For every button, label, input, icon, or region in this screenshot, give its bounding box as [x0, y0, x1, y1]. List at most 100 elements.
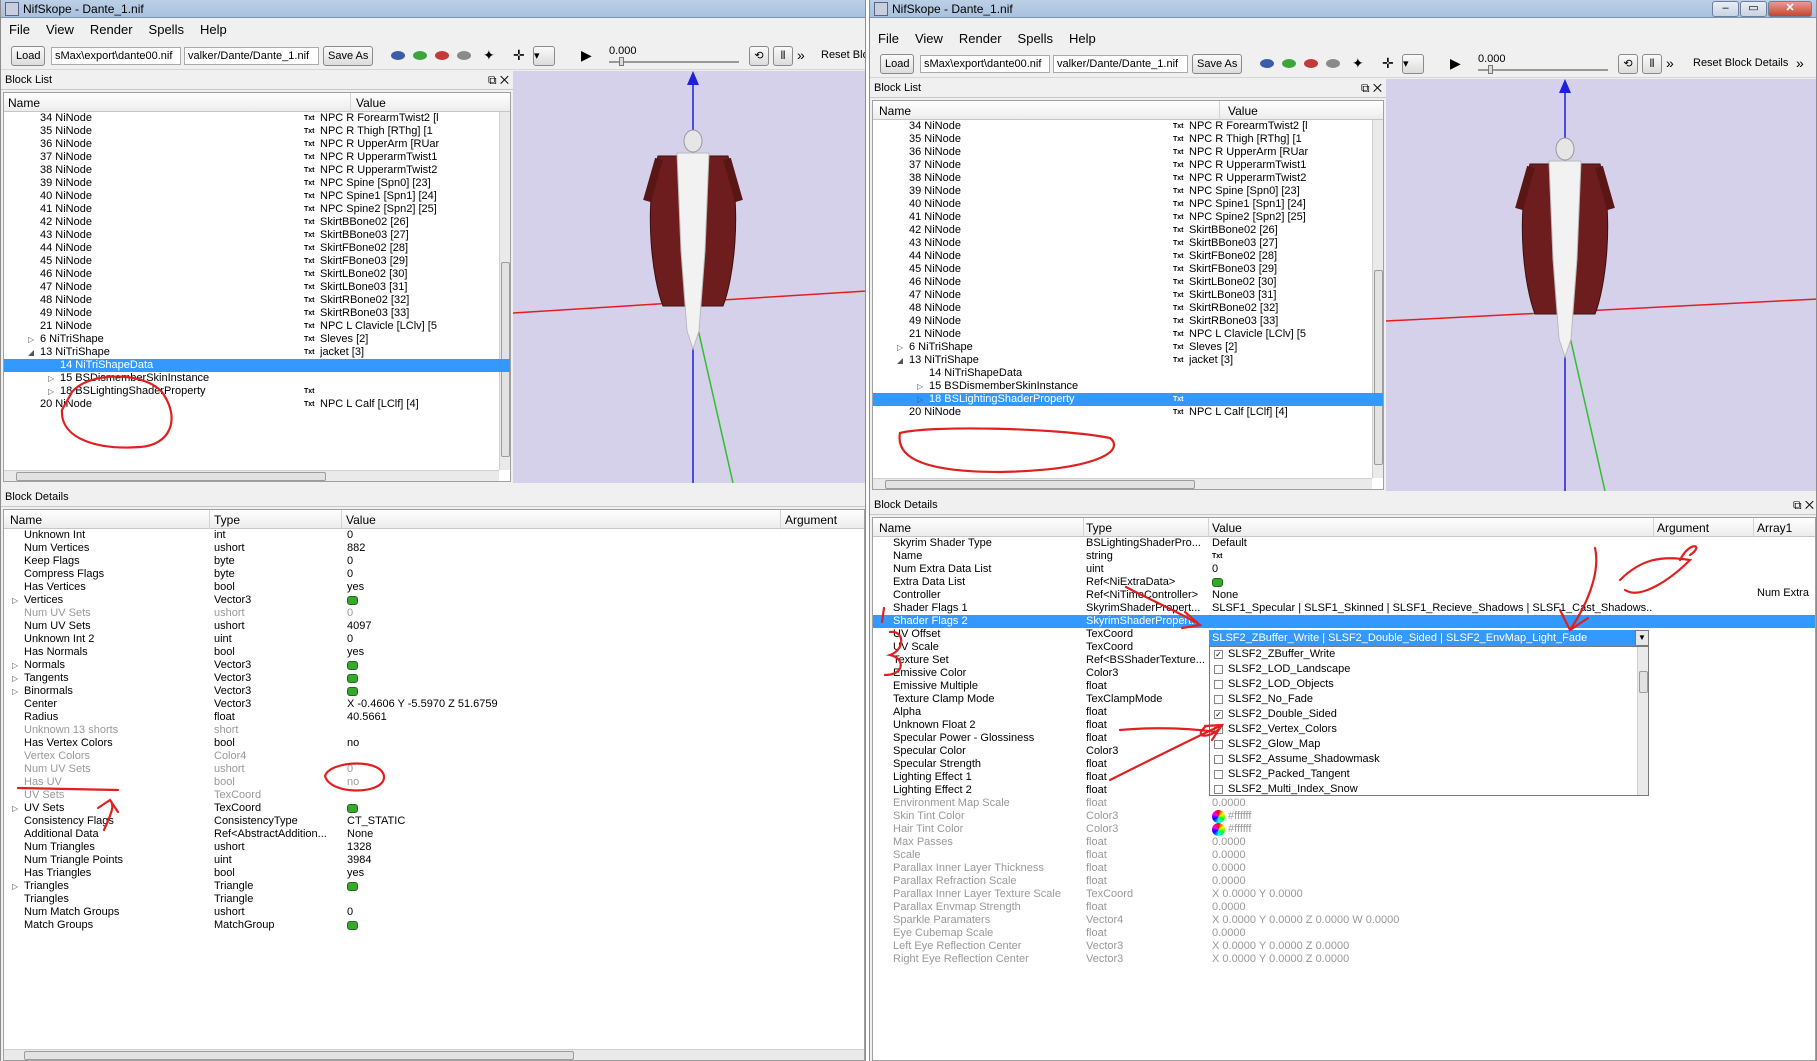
- blue-eye-icon[interactable]: [1260, 59, 1274, 68]
- column-type[interactable]: Type: [214, 513, 240, 527]
- shader-flags-dropdown[interactable]: ✓ SLSF2_ZBuffer_Write SLSF2_LOD_Landscape S…: [1209, 646, 1649, 796]
- block-list-row[interactable]: 47 NiNode Txt SkirtLBone03 [31]: [873, 289, 1383, 302]
- block-list-row[interactable]: 36 NiNode Txt NPC R UpperArm [RUar: [4, 138, 510, 151]
- expand-arrow-icon[interactable]: ▷: [12, 672, 18, 685]
- array-edit-icon[interactable]: [347, 687, 358, 696]
- menu-spells[interactable]: Spells: [141, 20, 192, 40]
- block-list-row[interactable]: 48 NiNode Txt SkirtRBone02 [32]: [4, 294, 510, 307]
- block-list-row[interactable]: 34 NiNode Txt NPC R ForearmTwist2 [l: [873, 120, 1383, 133]
- green-eye-icon[interactable]: [1282, 59, 1296, 68]
- column-name[interactable]: Name: [879, 104, 911, 118]
- checkbox-icon[interactable]: [1214, 679, 1223, 689]
- title-bar[interactable]: NifSkope - Dante_1.nif – ▭ ✕: [870, 0, 1816, 18]
- detail-row[interactable]: Parallax Inner Layer Thickness float 0.000…: [873, 862, 1815, 875]
- time-slider-knob[interactable]: [1488, 65, 1493, 74]
- block-list-row[interactable]: 44 NiNode Txt SkirtFBone02 [28]: [4, 242, 510, 255]
- menu-file[interactable]: File: [870, 29, 907, 49]
- loop-button[interactable]: ⟲: [1618, 54, 1638, 74]
- save-path-field[interactable]: valker/Dante/Dante_1.nif: [1053, 55, 1188, 73]
- block-list-row[interactable]: ▷ 6 NiTriShape Txt Sleves [2]: [4, 333, 510, 346]
- reset-block-details-button[interactable]: Reset Blo: [821, 49, 865, 61]
- detail-row[interactable]: Num UV Sets ushort 4097: [4, 620, 864, 633]
- detail-row[interactable]: Right Eye Reflection Center Vector3 X 0.00…: [873, 953, 1815, 966]
- dock-buttons[interactable]: ⧉ ✕: [1793, 496, 1814, 515]
- detail-row[interactable]: Sparkle Paramaters Vector4 X 0.0000 Y 0.00…: [873, 914, 1815, 927]
- collapse-arrow-icon[interactable]: ◢: [28, 346, 34, 359]
- grey-eye-icon[interactable]: [1326, 59, 1340, 68]
- block-list-row[interactable]: 14 NiTriShapeData: [4, 359, 510, 372]
- anim-select-button[interactable]: ⫴: [1642, 54, 1662, 74]
- array-edit-icon[interactable]: [347, 596, 358, 605]
- block-list-row[interactable]: 42 NiNode Txt SkirtBBone02 [26]: [4, 216, 510, 229]
- grey-eye-icon[interactable]: [457, 51, 471, 60]
- block-list-row[interactable]: 20 NiNode Txt NPC L Calf [LClf] [4]: [4, 398, 510, 411]
- 3d-viewport[interactable]: [513, 71, 865, 483]
- detail-row[interactable]: ▷ Tangents Vector3: [4, 672, 864, 685]
- block-list-row[interactable]: 45 NiNode Txt SkirtFBone03 [29]: [873, 263, 1383, 276]
- expand-arrow-icon[interactable]: ▷: [12, 685, 18, 698]
- checkbox-icon[interactable]: [1214, 739, 1223, 749]
- expand-arrow-icon[interactable]: ▷: [12, 802, 18, 815]
- block-list-tree[interactable]: Name Value 34 NiNode Txt NPC R ForearmTwis…: [3, 92, 511, 482]
- flag-option[interactable]: ✓ SLSF2_Double_Sided: [1214, 707, 1337, 722]
- detail-row[interactable]: Parallax Refraction Scale float 0.0000: [873, 875, 1815, 888]
- detail-row[interactable]: Eye Cubemap Scale float 0.0000: [873, 927, 1815, 940]
- detail-row[interactable]: Has Normals bool yes: [4, 646, 864, 659]
- flag-option[interactable]: SLSF2_Glow_Map: [1214, 737, 1320, 752]
- block-list-tree[interactable]: Name Value 34 NiNode Txt NPC R ForearmTwis…: [872, 100, 1384, 490]
- block-list-row[interactable]: 20 NiNode Txt NPC L Calf [LClf] [4]: [873, 406, 1383, 419]
- flag-option[interactable]: ✓ SLSF2_ZBuffer_Write: [1214, 647, 1335, 662]
- green-eye-icon[interactable]: [413, 51, 427, 60]
- expand-arrow-icon[interactable]: ▷: [12, 594, 18, 607]
- expand-arrow-icon[interactable]: ▷: [897, 341, 903, 354]
- column-name[interactable]: Name: [8, 96, 40, 110]
- column-array1[interactable]: Array1: [1757, 521, 1792, 535]
- detail-row[interactable]: Shader Flags 1 SkyrimShaderPropert... SLSF…: [873, 602, 1815, 615]
- detail-row[interactable]: ▷ Binormals Vector3: [4, 685, 864, 698]
- array-edit-icon[interactable]: [1212, 578, 1223, 587]
- flag-option[interactable]: SLSF2_Multi_Index_Snow: [1214, 782, 1358, 795]
- block-list-row[interactable]: ▷ 15 BSDismemberSkinInstance: [873, 380, 1383, 393]
- block-list-row[interactable]: 47 NiNode Txt SkirtLBone03 [31]: [4, 281, 510, 294]
- expand-arrow-icon[interactable]: ▷: [917, 393, 923, 406]
- flag-option[interactable]: SLSF2_Assume_Shadowmask: [1214, 752, 1380, 767]
- block-list-row[interactable]: 35 NiNode Txt NPC R Thigh [RThg] [1: [4, 125, 510, 138]
- block-list-row[interactable]: 39 NiNode Txt NPC Spine [Spn0] [23]: [4, 177, 510, 190]
- detail-row[interactable]: ▷ Normals Vector3: [4, 659, 864, 672]
- red-eye-icon[interactable]: [435, 51, 449, 60]
- detail-row[interactable]: ▷ Triangles Triangle: [4, 880, 864, 893]
- detail-row[interactable]: Left Eye Reflection Center Vector3 X 0.000…: [873, 940, 1815, 953]
- menu-render[interactable]: Render: [951, 29, 1010, 49]
- menu-view[interactable]: View: [907, 29, 951, 49]
- block-list-row[interactable]: 41 NiNode Txt NPC Spine2 [Spn2] [25]: [4, 203, 510, 216]
- expand-arrow-icon[interactable]: ▷: [12, 880, 18, 893]
- detail-row[interactable]: Additional Data Ref<AbstractAddition... No…: [4, 828, 864, 841]
- array-edit-icon[interactable]: [347, 804, 358, 813]
- block-list-row[interactable]: 44 NiNode Txt SkirtFBone02 [28]: [873, 250, 1383, 263]
- detail-row[interactable]: Shader Flags 2 SkyrimShaderPropert...: [873, 615, 1815, 628]
- checked-box-icon[interactable]: ✓: [1214, 649, 1223, 659]
- block-list-row[interactable]: ◢ 13 NiTriShape Txt jacket [3]: [873, 354, 1383, 367]
- color-swatch-icon[interactable]: [1212, 810, 1225, 823]
- block-list-row[interactable]: ▷ 18 BSLightingShaderProperty Txt: [4, 385, 510, 398]
- red-eye-icon[interactable]: [1304, 59, 1318, 68]
- checkbox-icon[interactable]: [1214, 784, 1223, 794]
- horizontal-scrollbar[interactable]: [4, 470, 499, 481]
- detail-row[interactable]: Has UV bool no: [4, 776, 864, 789]
- toolbar-overflow-icon[interactable]: »: [1796, 55, 1804, 71]
- title-bar[interactable]: NifSkope - Dante_1.nif: [1, 0, 865, 18]
- checkbox-icon[interactable]: [1214, 694, 1223, 704]
- flag-option[interactable]: SLSF2_Vertex_Colors: [1214, 722, 1337, 737]
- detail-row[interactable]: Num Match Groups ushort 0: [4, 906, 864, 919]
- array-edit-icon[interactable]: [347, 661, 358, 670]
- flag-option[interactable]: SLSF2_LOD_Objects: [1214, 677, 1334, 692]
- detail-row[interactable]: Has Vertices bool yes: [4, 581, 864, 594]
- detail-row[interactable]: Keep Flags byte 0: [4, 555, 864, 568]
- color-swatch-icon[interactable]: [1212, 823, 1225, 836]
- block-list-row[interactable]: 38 NiNode Txt NPC R UpperarmTwist2: [873, 172, 1383, 185]
- save-path-field[interactable]: valker/Dante/Dante_1.nif: [184, 47, 319, 65]
- block-list-row[interactable]: 49 NiNode Txt SkirtRBone03 [33]: [4, 307, 510, 320]
- block-list-row[interactable]: 21 NiNode Txt NPC L Clavicle [LClv] [5: [4, 320, 510, 333]
- detail-row[interactable]: UV Sets TexCoord: [4, 789, 864, 802]
- block-list-row[interactable]: 49 NiNode Txt SkirtRBone03 [33]: [873, 315, 1383, 328]
